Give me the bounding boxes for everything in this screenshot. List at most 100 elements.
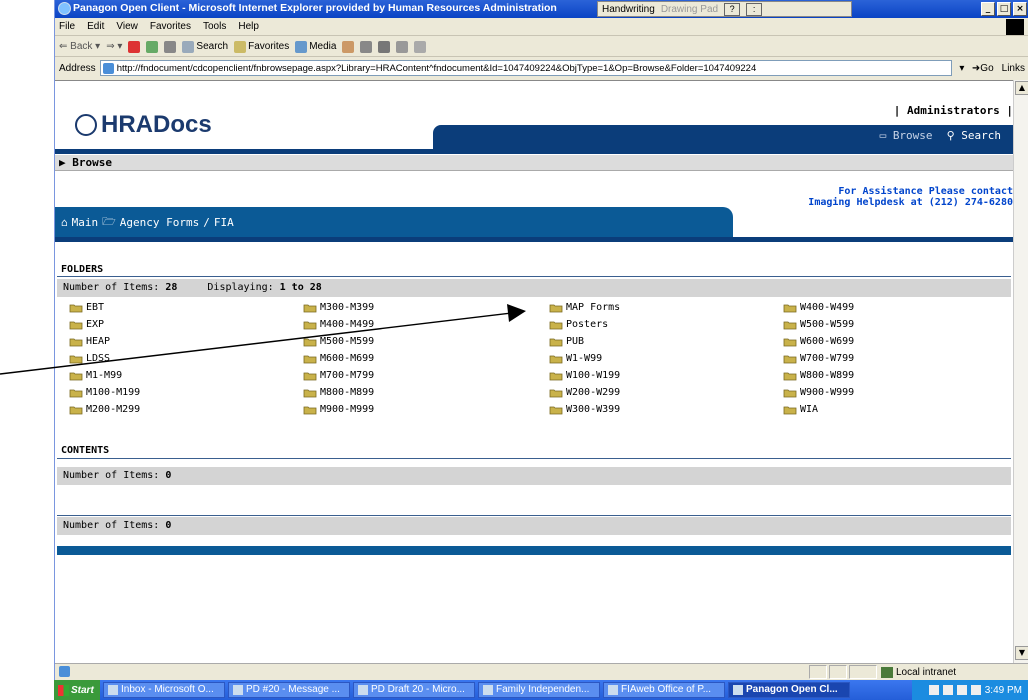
more-icon[interactable]: :	[746, 2, 763, 16]
browser-window: Panagon Open Client - Microsoft Internet…	[54, 0, 1028, 700]
help-button[interactable]: ?	[724, 2, 741, 16]
folder-icon	[303, 321, 317, 329]
edit-icon[interactable]	[396, 40, 409, 53]
task-inbox[interactable]: Inbox - Microsoft O...	[103, 682, 225, 698]
address-dropdown-icon[interactable]: ▾	[956, 63, 968, 74]
menu-file[interactable]: File	[59, 21, 75, 32]
minimize-icon[interactable]: _	[981, 2, 995, 16]
stop-icon[interactable]	[128, 40, 141, 53]
folder-icon	[303, 304, 317, 312]
folder-item[interactable]: W800-W899	[783, 367, 1009, 384]
links-button[interactable]: Links	[998, 63, 1028, 74]
intranet-icon	[881, 666, 893, 678]
folder-item[interactable]: LDSS	[69, 350, 303, 367]
folder-label: W800-W899	[800, 370, 855, 381]
scroll-up-icon[interactable]: ▲	[1015, 81, 1028, 95]
scroll-down-icon[interactable]: ▼	[1015, 646, 1028, 660]
folder-icon	[549, 406, 563, 414]
address-input[interactable]: http://fndocument/cdcopenclient/fnbrowse…	[99, 60, 952, 76]
menu-edit[interactable]: Edit	[87, 21, 104, 32]
nav-browse[interactable]: ▭ Browse	[880, 129, 933, 142]
folder-item[interactable]: W500-W599	[783, 316, 1009, 333]
folder-item[interactable]: W300-W399	[549, 401, 783, 418]
taskbar: Start Inbox - Microsoft O... PD #20 - Me…	[54, 680, 1028, 700]
search-button[interactable]: Search	[182, 40, 229, 53]
forward-button[interactable]: ⇒ ▾	[106, 41, 122, 52]
folder-item[interactable]: M700-M799	[303, 367, 549, 384]
folder-label: W300-W399	[566, 404, 621, 415]
refresh-icon[interactable]	[146, 40, 159, 53]
contents-count: 0	[165, 470, 172, 481]
folder-item[interactable]: WIA	[783, 401, 1009, 418]
task-label: PD #20 - Message ...	[246, 684, 340, 695]
folder-item[interactable]: M900-M999	[303, 401, 549, 418]
task-pd-message[interactable]: PD #20 - Message ...	[228, 682, 350, 698]
folder-icon	[549, 304, 563, 312]
folder-item[interactable]: M800-M899	[303, 384, 549, 401]
folder-item[interactable]: W1-W99	[549, 350, 783, 367]
folder-icon	[69, 372, 83, 380]
task-panagon[interactable]: Panagon Open Cl...	[728, 682, 850, 698]
search-label: Search	[196, 41, 229, 52]
folder-item[interactable]: W200-W299	[549, 384, 783, 401]
mail-icon[interactable]	[360, 40, 373, 53]
folder-item[interactable]: MAP Forms	[549, 299, 783, 316]
folder-item[interactable]: EXP	[69, 316, 303, 333]
shield-icon[interactable]	[956, 685, 967, 695]
folder-item[interactable]: W100-W199	[549, 367, 783, 384]
assistance-note: For Assistance Please contact Imaging He…	[808, 186, 1013, 208]
menu-help[interactable]: Help	[238, 21, 259, 32]
discuss-icon[interactable]	[414, 40, 427, 53]
task-family-independence[interactable]: Family Independen...	[478, 682, 600, 698]
menu-tools[interactable]: Tools	[203, 21, 226, 32]
task-fiaweb[interactable]: FIAweb Office of P...	[603, 682, 725, 698]
folder-icon	[549, 372, 563, 380]
folder-item[interactable]: M300-M399	[303, 299, 549, 316]
media-button[interactable]: Media	[295, 40, 336, 53]
media-icon	[295, 40, 308, 53]
history-icon[interactable]	[342, 40, 355, 53]
folder-item[interactable]: M1-M99	[69, 367, 303, 384]
nav-search[interactable]: ⚲ Search	[947, 129, 1001, 142]
drawing-pad-button[interactable]: Drawing Pad	[661, 4, 718, 15]
close-icon[interactable]: ×	[1013, 2, 1027, 16]
folder-item[interactable]: HEAP	[69, 333, 303, 350]
breadcrumb-main[interactable]: Main	[72, 216, 99, 229]
print-icon[interactable]	[378, 40, 391, 53]
folder-item[interactable]: M200-M299	[69, 401, 303, 418]
maximize-icon[interactable]: □	[997, 2, 1011, 16]
folder-item[interactable]: Posters	[549, 316, 783, 333]
menu-favorites[interactable]: Favorites	[150, 21, 191, 32]
folder-item[interactable]: W900-W999	[783, 384, 1009, 401]
acrobat-icon[interactable]	[942, 685, 953, 695]
folder-grid: EBT M300-M399 MAP Forms W400-W499 EXP M400-M4…	[69, 299, 1009, 418]
folder-item[interactable]: M500-M599	[303, 333, 549, 350]
folders-title: FOLDERS	[61, 264, 104, 275]
folder-item[interactable]: W700-W799	[783, 350, 1009, 367]
menu-view[interactable]: View	[116, 21, 138, 32]
folder-item[interactable]: M100-M199	[69, 384, 303, 401]
go-button[interactable]: ➜Go	[972, 63, 994, 74]
back-button[interactable]: ⇐ Back ▾	[59, 41, 100, 52]
folder-item[interactable]: M400-M499	[303, 316, 549, 333]
vertical-scrollbar[interactable]: ▲ ▼	[1013, 80, 1028, 663]
breadcrumb-agency-forms[interactable]: Agency Forms	[120, 216, 199, 229]
home-icon[interactable]	[164, 40, 177, 53]
folder-icon	[303, 389, 317, 397]
start-button[interactable]: Start	[54, 680, 100, 700]
task-pd-draft[interactable]: PD Draft 20 - Micro...	[353, 682, 475, 698]
folder-item[interactable]: W400-W499	[783, 299, 1009, 316]
ie-icon	[733, 685, 743, 695]
administrators-link[interactable]: | Administrators |	[894, 104, 1013, 117]
folder-item[interactable]: W600-W699	[783, 333, 1009, 350]
security-zone: Local intranet	[881, 665, 956, 679]
folder-item[interactable]: EBT	[69, 299, 303, 316]
volume-icon[interactable]	[928, 685, 939, 695]
folder-item[interactable]: M600-M699	[303, 350, 549, 367]
favorites-button[interactable]: Favorites	[234, 40, 289, 53]
handwriting-button[interactable]: Handwriting	[602, 4, 655, 15]
folder-icon	[69, 338, 83, 346]
folder-item[interactable]: PUB	[549, 333, 783, 350]
mail-tray-icon[interactable]	[970, 685, 981, 695]
folder-label: M100-M199	[86, 387, 141, 398]
